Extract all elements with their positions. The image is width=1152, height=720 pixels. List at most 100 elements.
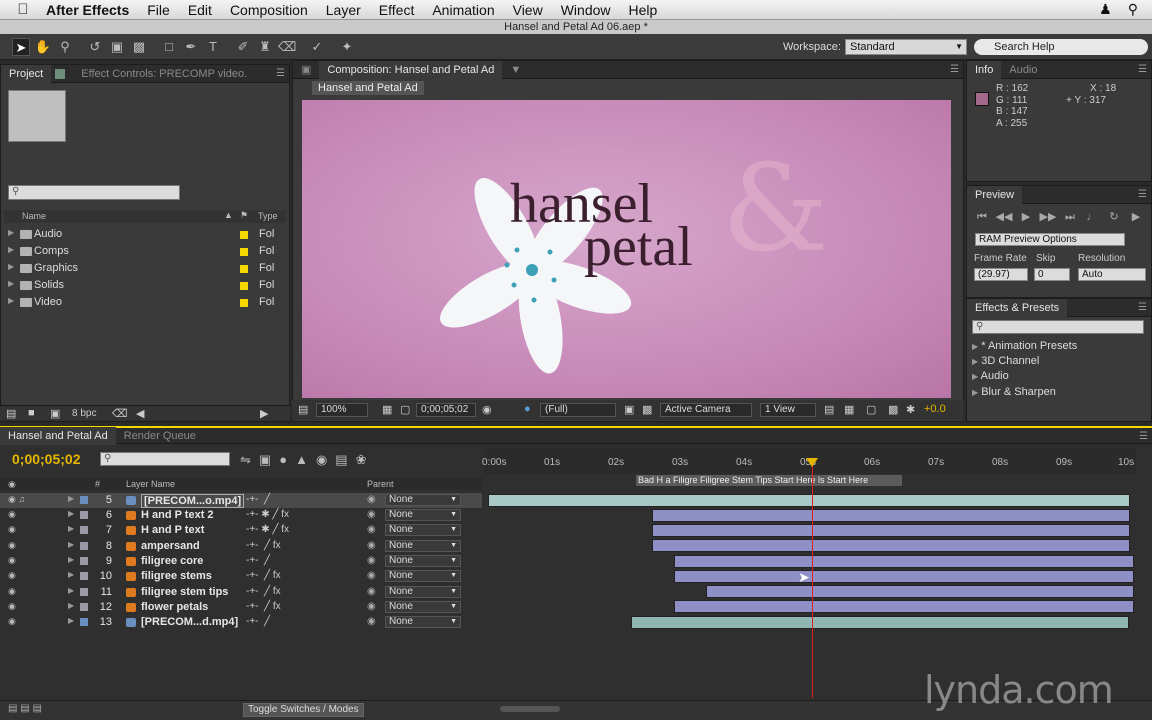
panel-menu-icon[interactable]: ☰ [1138, 302, 1147, 313]
exposure-icon[interactable]: ✱ [906, 403, 915, 416]
project-item[interactable]: ▶ Comps Fol [4, 244, 286, 260]
comp-dropdown-icon[interactable]: ▼ [502, 61, 529, 79]
layer-row[interactable]: ◉ ▶ 13 [PRECOM...d.mp4] -+- ╱ ◉ None [0, 615, 482, 630]
tab-project[interactable]: Project [1, 64, 52, 83]
tab-composition[interactable]: Composition: Hansel and Petal Ad [319, 60, 503, 79]
current-time-display[interactable]: 0;00;05;02 [416, 403, 476, 417]
apple-icon[interactable]:  [0, 1, 46, 18]
play-icon[interactable]: ▶ [1015, 210, 1037, 223]
expand-triangle-icon[interactable]: ▶ [8, 245, 14, 254]
first-frame-icon[interactable]: ⏮ [971, 211, 993, 224]
project-search-input[interactable]: ⚲ [8, 185, 180, 200]
expand-triangle-icon[interactable]: ▶ [68, 540, 74, 549]
roto-brush-tool-icon[interactable]: ✓ [308, 38, 326, 56]
parent-dropdown[interactable]: None [385, 616, 461, 628]
pixel-aspect-icon[interactable]: ▤ [824, 403, 834, 416]
zoom-slider[interactable] [500, 706, 560, 712]
fast-previews-icon[interactable]: ▦ [844, 403, 854, 416]
eye-icon[interactable]: ◉ [8, 601, 16, 612]
next-frame-icon[interactable]: ▶▶ [1037, 210, 1059, 223]
lock-icon[interactable]: ▣ [293, 61, 319, 79]
zoom-tool-icon[interactable]: ⚲ [56, 38, 74, 56]
menu-layer[interactable]: Layer [326, 2, 361, 18]
hand-tool-icon[interactable]: ✋ [34, 38, 52, 56]
layer-switches[interactable]: -+- ╱ [246, 616, 270, 627]
parent-header[interactable]: Parent [367, 479, 394, 489]
menu-app-name[interactable]: After Effects [46, 2, 129, 18]
color-channel-icon[interactable]: ● [524, 403, 531, 415]
parent-dropdown[interactable]: None [385, 494, 461, 506]
layer-switches[interactable]: -+- ✱ ╱ fx [246, 524, 289, 535]
spotlight-search-icon[interactable]: ⚲ [1128, 1, 1138, 18]
ram-preview-icon[interactable]: ▶ [1125, 210, 1147, 223]
panel-menu-icon[interactable]: ☰ [1138, 64, 1147, 75]
eye-icon[interactable]: ◉ [8, 616, 16, 627]
layer-bar[interactable] [706, 585, 1134, 598]
eraser-tool-icon[interactable]: ⌫ [278, 38, 296, 56]
sort-icon[interactable]: ▲ [224, 210, 233, 220]
interpret-footage-icon[interactable]: ▤ [6, 407, 16, 420]
layer-bar[interactable] [674, 555, 1134, 568]
pickwhip-icon[interactable]: ◉ [367, 616, 376, 627]
new-folder-icon[interactable]: ■ [28, 407, 35, 419]
label-column-icon[interactable]: ⚑ [240, 210, 248, 221]
panel-menu-icon[interactable]: ☰ [1138, 189, 1147, 200]
parent-dropdown[interactable]: None [385, 601, 461, 613]
ram-preview-options[interactable]: RAM Preview Options [975, 233, 1125, 246]
layer-bar[interactable] [652, 524, 1130, 537]
transparency-grid-icon[interactable]: ▩ [642, 403, 652, 416]
layer-bar[interactable] [631, 616, 1129, 629]
expand-triangle-icon[interactable]: ▶ [8, 296, 14, 305]
eye-icon[interactable]: ◉ [8, 570, 16, 581]
layer-row[interactable]: ◉ ▶ 12 flower petals -+- ╱ fx ◉ None [0, 600, 482, 615]
parent-dropdown[interactable]: None [385, 540, 461, 552]
menu-effect[interactable]: Effect [379, 2, 415, 18]
column-type[interactable]: Type [258, 211, 278, 221]
current-time-indicator[interactable] [812, 460, 813, 698]
expand-triangle-icon[interactable]: ▶ [8, 262, 14, 271]
layer-row[interactable]: ◉ ▶ 7 H and P text -+- ✱ ╱ fx ◉ None [0, 523, 482, 538]
bit-depth-button[interactable]: 8 bpc [72, 408, 96, 419]
layer-bar[interactable] [674, 570, 1134, 583]
layer-row[interactable]: ◉ ▶ 11 filigree stem tips -+- ╱ fx ◉ None [0, 585, 482, 600]
menu-animation[interactable]: Animation [432, 2, 494, 18]
layer-row[interactable]: ◉ ▶ 8 ampersand -+- ╱ fx ◉ None [0, 539, 482, 554]
expand-triangle-icon[interactable]: ▶ [68, 494, 74, 503]
expand-triangle-icon[interactable]: ▶ [972, 388, 978, 397]
effects-category[interactable]: ▶ Blur & Sharpen [972, 386, 1056, 398]
comp-markers[interactable]: Bad H a Filigre Filigree Stem Tips Start… [636, 475, 902, 486]
pickwhip-icon[interactable]: ◉ [367, 555, 376, 566]
brainstorm-icon[interactable]: ❀ [356, 452, 367, 468]
menu-edit[interactable]: Edit [188, 2, 212, 18]
parent-dropdown[interactable]: None [385, 586, 461, 598]
toggle-switches-modes-button[interactable]: Toggle Switches / Modes [243, 703, 364, 717]
resolution-dropdown[interactable]: (Full) [540, 403, 616, 417]
effects-category[interactable]: ▶ Audio [972, 370, 1009, 382]
snapshot-icon[interactable]: ◉ [482, 403, 492, 416]
pickwhip-icon[interactable]: ◉ [367, 586, 376, 597]
camera-tool-icon[interactable]: ▣ [108, 38, 126, 56]
user-icon[interactable]: ♟ [1099, 1, 1112, 18]
expand-triangle-icon[interactable]: ▶ [68, 616, 74, 625]
panel-menu-icon[interactable]: ☰ [276, 68, 285, 79]
loop-icon[interactable]: ↻ [1103, 210, 1125, 223]
pickwhip-icon[interactable]: ◉ [367, 601, 376, 612]
motion-blur-icon[interactable]: ◉ [316, 452, 327, 468]
pickwhip-icon[interactable]: ◉ [367, 540, 376, 551]
project-item[interactable]: ▶ Audio Fol [4, 227, 286, 243]
tab-info[interactable]: Info [967, 60, 1002, 79]
parent-dropdown[interactable]: None [385, 524, 461, 536]
tab-audio[interactable]: Audio [1001, 61, 1045, 79]
effects-category[interactable]: ▶ * Animation Presets [972, 340, 1077, 352]
view-layout-dropdown[interactable]: 1 View [760, 403, 816, 417]
tab-effect-controls[interactable]: Effect Controls: PRECOMP video. [73, 65, 255, 83]
tab-preview[interactable]: Preview [967, 185, 1023, 204]
layer-row[interactable]: ◉ ▶ 6 H and P text 2 -+- ✱ ╱ fx ◉ None [0, 508, 482, 523]
tab-effects-presets[interactable]: Effects & Presets [967, 298, 1068, 317]
menu-composition[interactable]: Composition [230, 2, 308, 18]
timeline-current-time[interactable]: 0;00;05;02 [12, 451, 81, 467]
pan-behind-tool-icon[interactable]: ▩ [130, 38, 148, 56]
frame-blending-icon[interactable]: ▲ [295, 452, 308, 468]
flowchart-icon[interactable]: ▩ [888, 403, 898, 416]
layer-row[interactable]: ◉ ▶ 9 filigree core -+- ╱ ◉ None [0, 554, 482, 569]
